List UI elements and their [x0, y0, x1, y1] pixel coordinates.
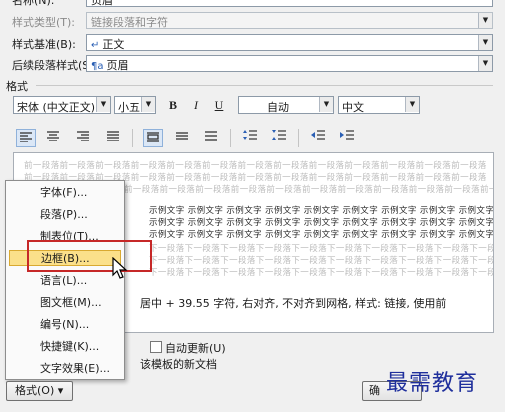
based-on-row: 样式基准(B): ↵ 正文 ▼: [0, 34, 505, 52]
chevron-down-icon[interactable]: ▼: [478, 35, 492, 50]
indent-icon: [340, 130, 354, 140]
divider: [36, 85, 493, 86]
menu-item-text-effects[interactable]: 文字效果(E)...: [40, 361, 110, 377]
format-button[interactable]: 格式(O) ▾: [6, 381, 73, 401]
menu-item-frame[interactable]: 图文框(M)...: [40, 295, 102, 311]
menu-item-font[interactable]: 字体(F)...: [40, 185, 87, 201]
name-row: 名称(N): 页眉: [0, 0, 505, 8]
linked-style-icon: ¶a: [91, 61, 104, 72]
toolbar-separator: [298, 129, 299, 147]
menu-item-language[interactable]: 语言(L)...: [40, 273, 87, 289]
chevron-down-icon[interactable]: ▼: [96, 97, 110, 112]
based-on-label: 样式基准(B):: [12, 38, 76, 51]
spacing-before-increase-icon: [243, 130, 257, 140]
watermark-logo: 最需教育: [386, 371, 479, 396]
menu-item-shortcut[interactable]: 快捷键(K)...: [40, 339, 99, 355]
name-input[interactable]: 页眉: [86, 0, 493, 7]
next-style-select[interactable]: ¶a 页眉 ▼: [86, 55, 493, 72]
chevron-down-icon[interactable]: ▼: [319, 97, 333, 112]
toolbar-separator: [132, 129, 133, 147]
format-context-menu: 字体(F)... 段落(P)... 制表位(T)... 边框(B)... 语言(…: [5, 180, 125, 380]
increase-spacing-before-button[interactable]: [240, 129, 260, 147]
align-center-icon: [47, 131, 59, 142]
align-right-icon: [77, 131, 89, 142]
double-spacing-button[interactable]: [201, 129, 221, 147]
line-spacing-double-icon: [205, 131, 217, 141]
language-select[interactable]: 中文 ▼: [338, 96, 420, 114]
spacing-before-decrease-icon: [272, 130, 286, 140]
outdent-icon: [311, 130, 325, 140]
justify-button[interactable]: [103, 129, 123, 147]
preview-previous-paragraph: 前一段落前一段落前一段落前一段落前一段落前一段落前一段落前一段落前一段落前一段落…: [24, 161, 487, 171]
one-half-spacing-button[interactable]: [172, 129, 192, 147]
style-type-select[interactable]: 链接段落和字符 ▼: [86, 12, 493, 29]
menu-item-paragraph[interactable]: 段落(P)...: [40, 207, 88, 223]
next-style-label: 后续段落样式(S):: [12, 59, 98, 72]
line-spacing-onehalf-icon: [176, 132, 188, 140]
increase-indent-button[interactable]: [337, 129, 357, 147]
font-color-select[interactable]: 自动 ▼: [238, 96, 334, 114]
align-left-button[interactable]: [16, 129, 36, 147]
preview-previous-paragraph: 前一段落前一段落前一段落前一段落前一段落前一段落前一段落前一段落前一段落前一段落…: [124, 185, 493, 195]
decrease-indent-button[interactable]: [308, 129, 328, 147]
chevron-down-icon[interactable]: ▼: [141, 97, 155, 112]
style-type-row: 样式类型(T): 链接段落和字符 ▼: [0, 12, 505, 30]
single-spacing-button[interactable]: [143, 129, 163, 147]
decrease-spacing-before-button[interactable]: [269, 129, 289, 147]
format-section-label: 格式: [6, 80, 28, 93]
paragraph-icon: ↵: [91, 40, 100, 51]
preview-next-paragraph: 下一段落下一段落下一段落下一段落下一段落下一段落下一段落下一段落下一段落下一段落…: [149, 256, 494, 266]
italic-button[interactable]: I: [186, 96, 206, 114]
chevron-down-icon[interactable]: ▼: [478, 13, 492, 28]
next-style-row: 后续段落样式(S): ¶a 页眉 ▼: [0, 55, 505, 73]
chevron-down-icon[interactable]: ▼: [478, 56, 492, 71]
font-size-select[interactable]: 小五 ▼: [114, 96, 156, 114]
font-name-select[interactable]: 宋体 (中文正文) ▼: [13, 96, 111, 114]
preview-next-paragraph: 下一段落下一段落下一段落下一段落下一段落下一段落下一段落下一段落下一段落下一段落…: [149, 268, 494, 278]
preview-sample-text: 示例文字 示例文字 示例文字 示例文字 示例文字 示例文字 示例文字 示例文字 …: [149, 206, 494, 216]
mouse-cursor-icon: [112, 257, 128, 279]
auto-update-label: 自动更新(U): [165, 342, 226, 355]
menu-item-numbering[interactable]: 编号(N)...: [40, 317, 89, 333]
based-on-select[interactable]: ↵ 正文 ▼: [86, 34, 493, 51]
chevron-down-icon[interactable]: ▼: [405, 97, 419, 112]
preview-sample-text: 示例文字 示例文字 示例文字 示例文字 示例文字 示例文字 示例文字 示例文字 …: [149, 230, 494, 240]
style-description: 居中 + 39.55 字符, 右对齐, 不对齐到网格, 样式: 链接, 使用前: [140, 297, 447, 310]
annotation-highlight-box: [27, 240, 152, 272]
justify-icon: [107, 131, 119, 142]
line-spacing-single-icon: [147, 132, 159, 142]
template-option-label: 该模板的新文档: [140, 358, 217, 371]
preview-sample-text: 示例文字 示例文字 示例文字 示例文字 示例文字 示例文字 示例文字 示例文字 …: [149, 218, 494, 228]
align-right-button[interactable]: [73, 129, 93, 147]
toolbar-separator: [230, 129, 231, 147]
auto-update-checkbox[interactable]: [150, 341, 162, 353]
preview-next-paragraph: 下一段落下一段落下一段落下一段落下一段落下一段落下一段落下一段落下一段落下一段落…: [149, 244, 494, 254]
underline-button[interactable]: U: [209, 96, 229, 114]
align-center-button[interactable]: [43, 129, 63, 147]
align-left-icon: [20, 132, 32, 143]
name-label: 名称(N):: [12, 0, 55, 7]
bold-button[interactable]: B: [163, 96, 183, 114]
style-type-label: 样式类型(T):: [12, 16, 76, 29]
